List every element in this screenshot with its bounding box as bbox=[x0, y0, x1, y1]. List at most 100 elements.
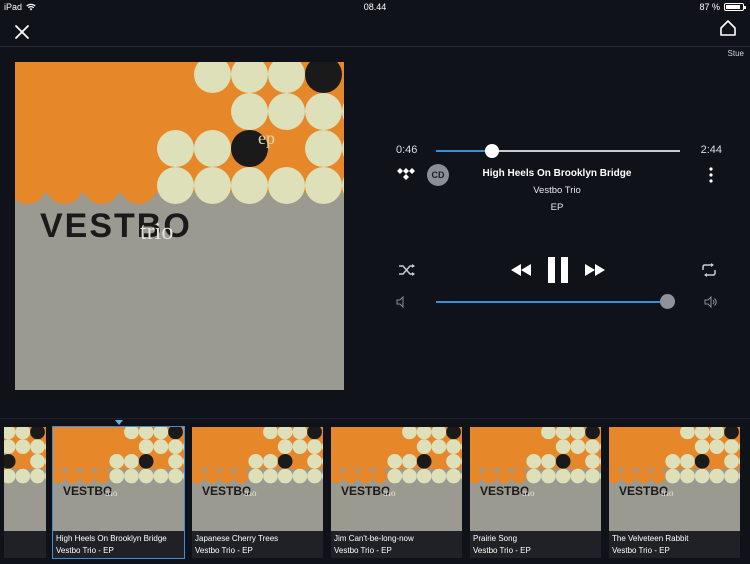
shuffle-icon[interactable] bbox=[398, 262, 416, 278]
queue-item-title: High Heels On Brooklyn Bridge bbox=[56, 534, 167, 543]
album-dot bbox=[292, 454, 308, 469]
album-dot bbox=[431, 439, 447, 454]
album-dot bbox=[120, 167, 157, 204]
room-label: Stue bbox=[727, 49, 744, 58]
album-dot bbox=[665, 468, 681, 484]
album-dot bbox=[665, 454, 681, 469]
album-dot bbox=[482, 454, 497, 469]
album-dot bbox=[263, 439, 278, 454]
progress-handle[interactable] bbox=[485, 144, 500, 158]
thumb-suffix-text: trio bbox=[244, 488, 257, 498]
player-panel: 0:46 2:44 CD High Heels On Brooklyn Brid… bbox=[392, 140, 722, 310]
album-dot bbox=[511, 468, 527, 484]
album-dot bbox=[153, 454, 169, 469]
queue-item-title: Japanese Cherry Trees bbox=[195, 534, 279, 543]
queue-item-title: Jim Can't-be-long-now bbox=[334, 534, 414, 543]
album-dot bbox=[157, 130, 194, 167]
album-dot bbox=[65, 439, 80, 454]
album-dot bbox=[446, 454, 461, 469]
queue-item[interactable]: VESTBO trio Jim Can't-be-long-now Vestbo … bbox=[331, 427, 462, 558]
previous-icon[interactable] bbox=[510, 262, 532, 278]
album-dot bbox=[446, 439, 461, 454]
album-dot bbox=[511, 439, 527, 454]
queue-item[interactable]: VESTBO trio Prairie Song Vestbo Trio - EP bbox=[470, 427, 601, 558]
queue-item[interactable]: VESTBO trio The Velveteen Rabbit Vestbo T… bbox=[609, 427, 740, 558]
album-dot bbox=[30, 454, 45, 469]
album-dot bbox=[526, 454, 542, 469]
album-dot bbox=[387, 439, 403, 454]
album-dot bbox=[555, 468, 571, 484]
album-dot bbox=[15, 439, 31, 454]
album-dot bbox=[30, 468, 45, 484]
album-dot bbox=[541, 439, 556, 454]
album-dot bbox=[109, 439, 125, 454]
album-dot bbox=[621, 454, 636, 469]
battery-percent: 87 % bbox=[699, 2, 720, 12]
album-dot bbox=[124, 468, 139, 484]
queue-item[interactable]: VESTBO trio High Heels On Brooklyn Bridge… bbox=[52, 426, 185, 559]
queue-item-subtitle: Vestbo Trio - EP bbox=[56, 546, 114, 555]
album-dot bbox=[343, 468, 358, 484]
close-icon[interactable] bbox=[12, 22, 32, 42]
album-dot bbox=[416, 439, 432, 454]
album-dot bbox=[248, 468, 264, 484]
album-dot bbox=[30, 439, 45, 454]
album-dot bbox=[636, 454, 651, 469]
album-dot bbox=[109, 468, 125, 484]
album-dot bbox=[724, 454, 739, 469]
album-dot bbox=[570, 454, 586, 469]
repeat-icon[interactable] bbox=[700, 262, 718, 278]
album-dot bbox=[636, 439, 651, 454]
track-album: EP bbox=[550, 202, 564, 213]
album-dot bbox=[555, 454, 571, 469]
album-dot bbox=[343, 454, 358, 469]
album-dot bbox=[80, 439, 95, 454]
album-dot bbox=[402, 439, 417, 454]
album-dot bbox=[570, 468, 586, 484]
album-dot bbox=[709, 454, 725, 469]
volume-handle[interactable] bbox=[659, 294, 675, 309]
album-dot bbox=[268, 93, 305, 130]
album-dot bbox=[168, 439, 183, 454]
queue-item[interactable]: VESTBO trio Japanese Cherry Trees Vestbo … bbox=[192, 427, 323, 558]
progress-bar[interactable] bbox=[436, 144, 680, 158]
next-icon[interactable] bbox=[584, 262, 606, 278]
album-dot bbox=[15, 454, 31, 469]
thumb-suffix-text: trio bbox=[383, 488, 396, 498]
queue-item-previous[interactable]: VESTBOtrio bbox=[4, 427, 46, 531]
album-dot bbox=[650, 454, 666, 469]
queue-thumbnail: VESTBOtrio bbox=[4, 427, 46, 531]
more-options-icon[interactable] bbox=[708, 166, 714, 184]
pause-icon[interactable] bbox=[546, 257, 570, 283]
album-dot bbox=[665, 439, 681, 454]
album-dot bbox=[307, 468, 322, 484]
album-dot bbox=[194, 130, 231, 167]
progress-played bbox=[436, 150, 493, 152]
album-dot bbox=[709, 439, 725, 454]
album-dot bbox=[650, 468, 666, 484]
track-title: High Heels On Brooklyn Bridge bbox=[482, 168, 632, 179]
album-dot bbox=[219, 439, 234, 454]
album-dot bbox=[621, 468, 636, 484]
album-dot bbox=[372, 454, 388, 469]
album-cover-image: VESTBO trio ep bbox=[15, 62, 344, 390]
album-dot bbox=[263, 468, 278, 484]
volume-slider[interactable] bbox=[436, 294, 675, 309]
album-dot bbox=[83, 167, 120, 204]
album-dot bbox=[724, 439, 739, 454]
album-dot bbox=[157, 93, 194, 130]
album-dot bbox=[680, 439, 695, 454]
album-dot bbox=[694, 468, 710, 484]
album-dot bbox=[124, 439, 139, 454]
battery-icon bbox=[724, 3, 746, 11]
album-dot bbox=[268, 167, 305, 204]
album-dot bbox=[94, 468, 110, 484]
home-icon[interactable] bbox=[718, 18, 738, 38]
album-dot bbox=[80, 454, 95, 469]
album-dot bbox=[120, 130, 157, 167]
album-dot bbox=[402, 468, 417, 484]
album-dot bbox=[431, 454, 447, 469]
album-dot bbox=[650, 439, 666, 454]
album-dot bbox=[277, 468, 293, 484]
queue-item-subtitle: Vestbo Trio - EP bbox=[334, 546, 392, 555]
